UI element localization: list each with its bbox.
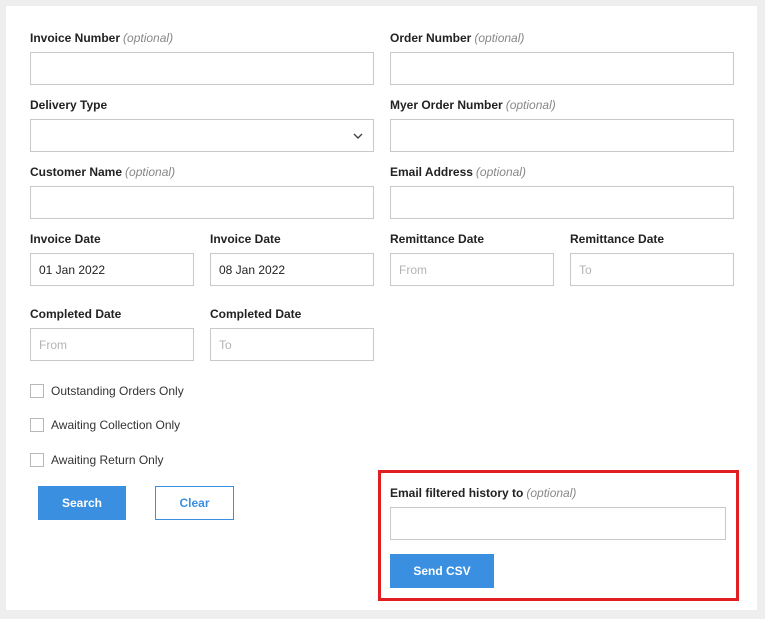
checkbox-label: Outstanding Orders Only xyxy=(51,384,184,398)
customer-name-label: Customer Name (optional) xyxy=(30,165,176,179)
awaiting-collection-checkbox-row[interactable]: Awaiting Collection Only xyxy=(30,417,180,433)
completed-date-to-input[interactable] xyxy=(210,328,374,361)
invoice-date-from-input[interactable] xyxy=(30,253,194,286)
email-filtered-history-label: Email filtered history to (optional) xyxy=(390,486,577,500)
remittance-date-from-label: Remittance Date xyxy=(390,232,485,246)
optional-hint: (optional) xyxy=(505,98,556,112)
awaiting-return-checkbox-row[interactable]: Awaiting Return Only xyxy=(30,452,164,468)
checkbox-label: Awaiting Collection Only xyxy=(51,418,181,432)
awaiting-return-checkbox[interactable] xyxy=(30,453,44,467)
delivery-type-select[interactable] xyxy=(30,119,374,152)
completed-date-from-input[interactable] xyxy=(30,328,194,361)
myer-order-number-label: Myer Order Number (optional) xyxy=(390,98,556,112)
remittance-date-from-input[interactable] xyxy=(390,253,554,286)
invoice-date-from-label: Invoice Date xyxy=(30,232,101,246)
remittance-date-to-label: Remittance Date xyxy=(570,232,665,246)
optional-hint: (optional) xyxy=(125,165,176,179)
remittance-date-to-input[interactable] xyxy=(570,253,734,286)
email-address-input[interactable] xyxy=(390,186,734,219)
order-number-label: Order Number (optional) xyxy=(390,31,525,45)
optional-hint: (optional) xyxy=(123,31,174,45)
send-csv-button[interactable]: Send CSV xyxy=(390,554,494,588)
invoice-number-input[interactable] xyxy=(30,52,374,85)
optional-hint: (optional) xyxy=(475,165,526,179)
invoice-date-to-label: Invoice Date xyxy=(210,232,281,246)
myer-order-number-input[interactable] xyxy=(390,119,734,152)
clear-button[interactable]: Clear xyxy=(155,486,234,520)
email-address-label: Email Address (optional) xyxy=(390,165,526,179)
awaiting-collection-checkbox[interactable] xyxy=(30,418,44,432)
outstanding-orders-checkbox[interactable] xyxy=(30,384,44,398)
completed-date-from-label: Completed Date xyxy=(30,307,122,321)
search-filter-panel: Invoice Number (optional) Order Number (op… xyxy=(6,6,757,610)
checkbox-label: Awaiting Return Only xyxy=(51,453,164,467)
outstanding-orders-checkbox-row[interactable]: Outstanding Orders Only xyxy=(30,383,184,399)
chevron-down-icon xyxy=(353,133,363,139)
completed-date-to-label: Completed Date xyxy=(210,307,302,321)
delivery-type-label: Delivery Type xyxy=(30,98,108,112)
search-button[interactable]: Search xyxy=(38,486,126,520)
optional-hint: (optional) xyxy=(474,31,525,45)
optional-hint: (optional) xyxy=(526,486,577,500)
customer-name-input[interactable] xyxy=(30,186,374,219)
email-filtered-history-input[interactable] xyxy=(390,507,726,540)
invoice-date-to-input[interactable] xyxy=(210,253,374,286)
invoice-number-label: Invoice Number (optional) xyxy=(30,31,174,45)
order-number-input[interactable] xyxy=(390,52,734,85)
